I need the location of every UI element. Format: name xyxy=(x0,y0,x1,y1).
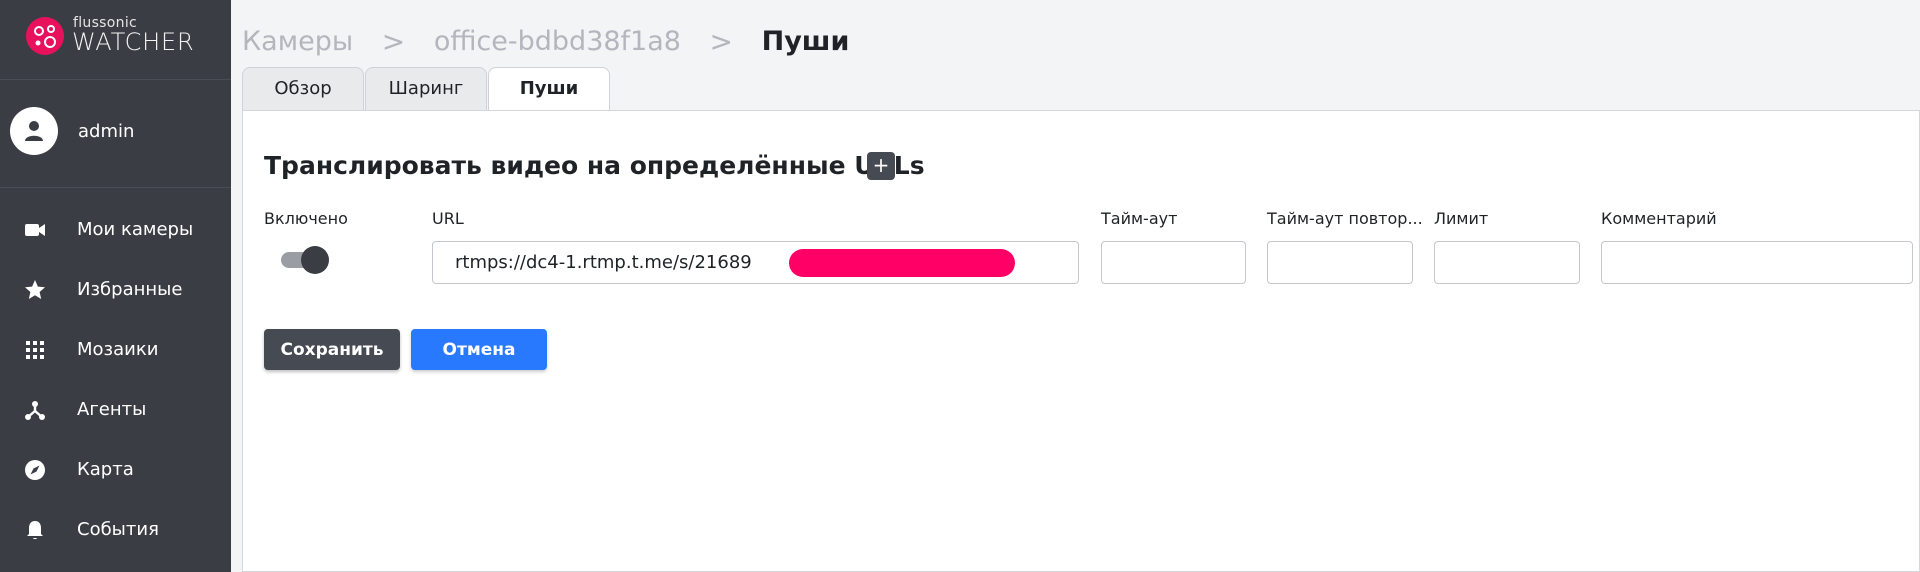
sidebar-item-label: Карта xyxy=(77,459,134,480)
cancel-button[interactable]: Отмена xyxy=(411,329,547,370)
user-profile[interactable]: admin xyxy=(0,80,231,188)
add-push-button[interactable]: + xyxy=(867,152,895,180)
section-title: Транслировать видео на определённые URLs xyxy=(264,151,925,180)
column-timeout: Тайм-аут xyxy=(1101,209,1178,228)
sidebar-item-label: Избранные xyxy=(77,279,183,300)
sidebar-item-map[interactable]: Карта xyxy=(0,440,231,500)
camera-icon xyxy=(25,224,45,236)
user-name: admin xyxy=(78,121,135,142)
logo[interactable]: flussonic WATCHER xyxy=(0,0,231,80)
column-retry-timeout: Тайм-аут повтор... xyxy=(1267,209,1423,228)
breadcrumb: Камеры > office-bdbd38f1a8 > Пуши xyxy=(242,25,849,61)
sidebar-item-mosaics[interactable]: Мозаики xyxy=(0,320,231,380)
star-icon xyxy=(25,280,45,299)
breadcrumb-camera-name[interactable]: office-bdbd38f1a8 xyxy=(434,26,681,57)
column-limit: Лимит xyxy=(1434,209,1489,228)
retry-timeout-input[interactable] xyxy=(1267,241,1413,284)
column-url: URL xyxy=(432,209,464,228)
enabled-toggle[interactable] xyxy=(281,245,329,274)
sidebar-item-label: Мозаики xyxy=(77,339,159,360)
sidebar-item-label: Мои камеры xyxy=(77,219,194,240)
sidebar-item-agents[interactable]: Агенты xyxy=(0,380,231,440)
toggle-thumb xyxy=(301,246,329,274)
timeout-input[interactable] xyxy=(1101,241,1246,284)
sidebar-item-label: Агенты xyxy=(77,399,147,420)
agents-icon xyxy=(25,401,45,420)
breadcrumb-separator: > xyxy=(709,25,734,58)
tab-overview[interactable]: Обзор xyxy=(242,67,364,111)
tab-pushes[interactable]: Пуши xyxy=(488,67,610,112)
push-panel: Транслировать видео на определённые URLs… xyxy=(242,110,1920,572)
sidebar: flussonic WATCHER admin Мои камеры Избра… xyxy=(0,0,231,572)
compass-icon xyxy=(25,460,45,480)
page-title: Пуши xyxy=(761,26,850,57)
sidebar-item-favorites[interactable]: Избранные xyxy=(0,260,231,320)
bell-icon xyxy=(27,521,43,540)
sidebar-nav: Мои камеры Избранные Мозаики Агенты Карт… xyxy=(0,200,231,560)
column-comment: Комментарий xyxy=(1601,209,1717,228)
grid-icon xyxy=(26,341,44,359)
comment-input[interactable] xyxy=(1601,241,1913,284)
app: flussonic WATCHER admin Мои камеры Избра… xyxy=(0,0,1920,572)
sidebar-item-my-cameras[interactable]: Мои камеры xyxy=(0,200,231,260)
brand-big: WATCHER xyxy=(72,28,195,56)
redaction-mark xyxy=(789,249,1015,277)
main-area: Камеры > office-bdbd38f1a8 > Пуши Обзор … xyxy=(231,0,1920,572)
save-button[interactable]: Сохранить xyxy=(264,329,400,370)
breadcrumb-separator: > xyxy=(381,25,406,58)
avatar xyxy=(10,107,58,155)
breadcrumb-cameras[interactable]: Камеры xyxy=(242,26,353,57)
sidebar-item-events[interactable]: События xyxy=(0,500,231,560)
sidebar-item-label: События xyxy=(77,519,159,540)
flussonic-logo-icon xyxy=(26,17,64,55)
user-icon xyxy=(25,121,43,141)
column-enabled: Включено xyxy=(264,209,348,228)
limit-input[interactable] xyxy=(1434,241,1580,284)
tab-sharing[interactable]: Шаринг xyxy=(365,67,487,111)
